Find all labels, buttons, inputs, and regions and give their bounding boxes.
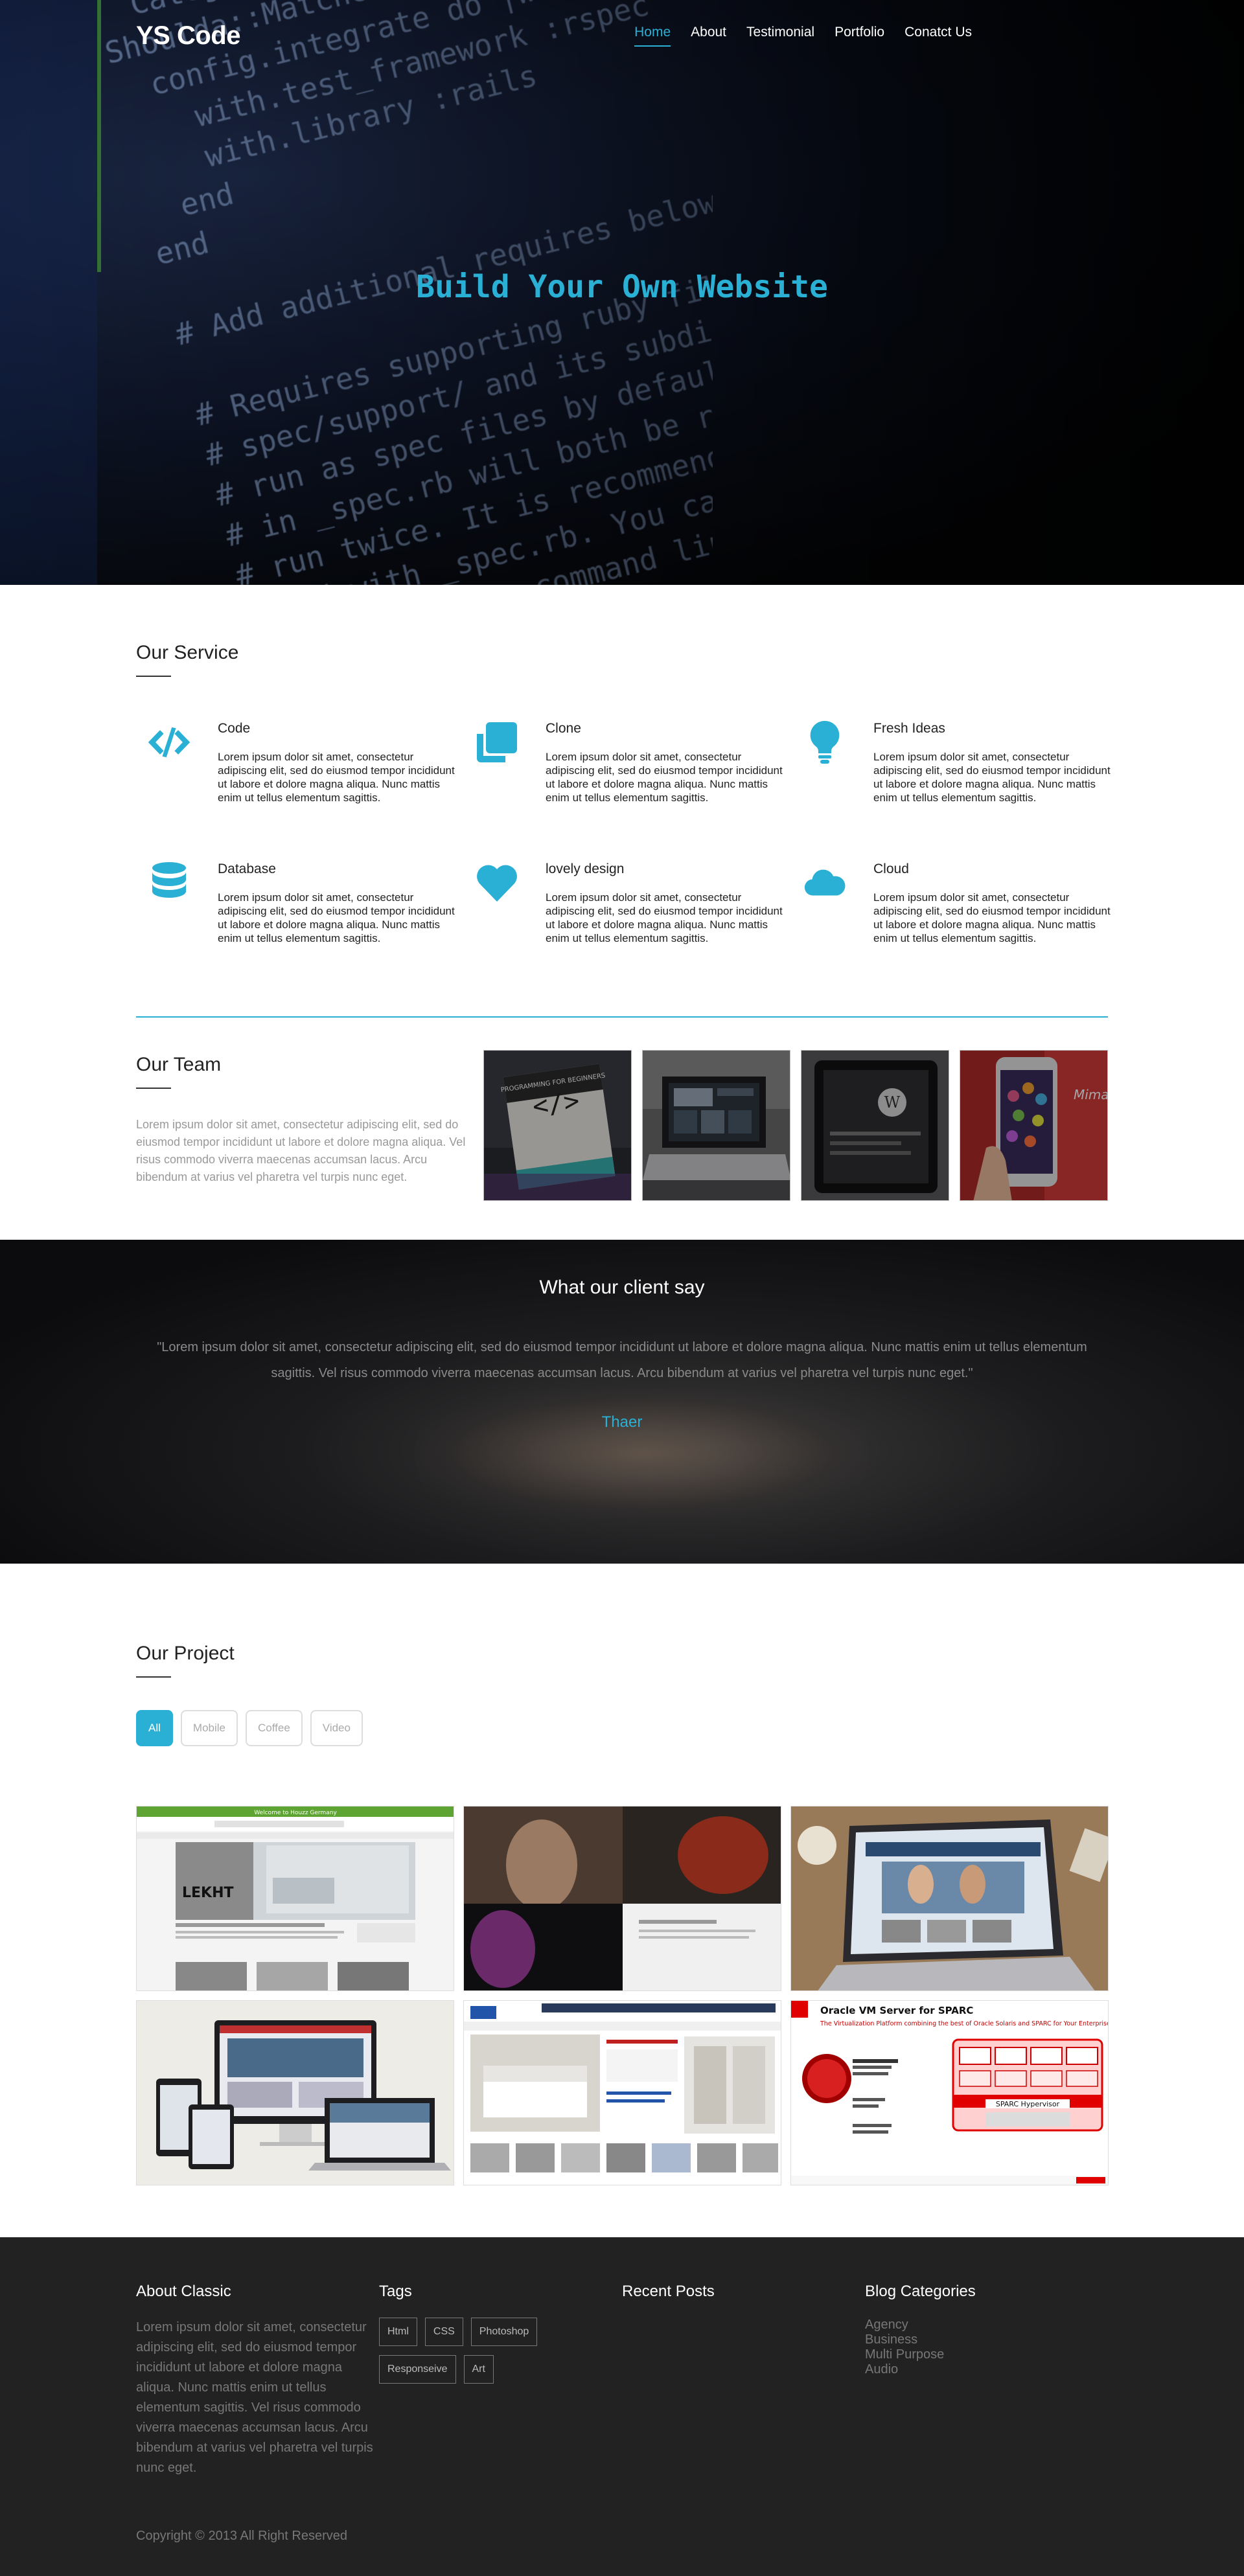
filter-all-button[interactable]: All: [136, 1710, 173, 1746]
service-cloud: Cloud Lorem ipsum dolor sit amet, consec…: [792, 860, 1120, 945]
service-title: Fresh Ideas: [873, 721, 945, 736]
project-thumb-oracle-sparc[interactable]: Oracle VM Server for SPARC The Virtualiz…: [790, 2000, 1109, 2185]
project-filters: All Mobile Coffee Video: [136, 1710, 1108, 1746]
project-thumb-photo[interactable]: [463, 1806, 781, 1991]
service-database: Database Lorem ipsum dolor sit amet, con…: [136, 860, 464, 945]
tag-photoshop[interactable]: Photoshop: [470, 2318, 538, 2346]
cloud-icon: [792, 860, 858, 945]
tag-html[interactable]: Html: [379, 2318, 417, 2346]
service-title: lovely design: [546, 861, 625, 876]
testimonial-title: What our client say: [539, 1277, 705, 1298]
houzz-header: Welcome to Houzz Germany: [254, 1810, 337, 1816]
svg-text:W: W: [884, 1093, 901, 1111]
section-title: Our Team: [136, 1054, 222, 1075]
filter-video-button[interactable]: Video: [310, 1710, 363, 1746]
lightbulb-icon: [792, 720, 858, 804]
tag-responsive[interactable]: Responseive: [379, 2355, 456, 2384]
team-image-phone[interactable]: Mimaki: [960, 1050, 1108, 1201]
nav-link-contact[interactable]: Conatct Us: [904, 25, 972, 47]
database-icon: [136, 860, 202, 945]
services-grid: Code Lorem ipsum dolor sit amet, consect…: [136, 720, 1111, 945]
nav-link-home[interactable]: Home: [634, 25, 671, 47]
houzz-brand: LEKHT: [182, 1885, 234, 1901]
project-thumb-houzz[interactable]: Welcome to Houzz Germany LEKHT: [136, 1806, 454, 1991]
service-text: Lorem ipsum dolor sit amet, consectetur …: [873, 751, 1111, 804]
project-thumb-laptop-desk[interactable]: [790, 1806, 1109, 1991]
footer-heading: Blog Categories: [865, 2283, 976, 2300]
nav-menu: Home About Testimonial Portfolio Conatct…: [634, 25, 972, 47]
footer-recent-posts: Recent Posts: [622, 2283, 865, 2478]
nav-link-portfolio[interactable]: Portfolio: [835, 25, 884, 47]
tag-list: Html CSS Photoshop Responseive Art: [379, 2318, 573, 2384]
title-underline: [136, 1088, 171, 1089]
svg-text:</>: </>: [531, 1086, 581, 1122]
project-thumb-furniture[interactable]: [463, 2000, 781, 2185]
sparc-title: Oracle VM Server for SPARC: [820, 2005, 973, 2016]
footer-heading: Tags: [379, 2283, 412, 2300]
service-text: Lorem ipsum dolor sit amet, consectetur …: [218, 751, 455, 804]
section-title: Our Service: [136, 642, 239, 663]
service-title: Clone: [546, 721, 581, 736]
category-link-agency[interactable]: Agency: [865, 2318, 1108, 2332]
category-link-business[interactable]: Business: [865, 2332, 1108, 2347]
team-image-laptop[interactable]: [642, 1050, 790, 1201]
title-underline: [136, 1676, 171, 1678]
tag-css[interactable]: CSS: [424, 2318, 463, 2346]
testimonial-quote: "Lorem ipsum dolor sit amet, consectetur…: [157, 1340, 1087, 1380]
footer-about: About Classic Lorem ipsum dolor sit amet…: [136, 2283, 379, 2478]
category-link-audio[interactable]: Audio: [865, 2362, 1108, 2377]
heart-icon: [464, 860, 530, 945]
team-text: Lorem ipsum dolor sit amet, consectetur …: [136, 1118, 466, 1183]
site-logo[interactable]: YS Code: [136, 21, 240, 51]
service-code: Code Lorem ipsum dolor sit amet, consect…: [136, 720, 464, 804]
copyright: Copyright © 2013 All Right Reserved: [136, 2529, 348, 2543]
service-lovely-design: lovely design Lorem ipsum dolor sit amet…: [464, 860, 792, 945]
nav-link-testimonial[interactable]: Testimonial: [746, 25, 814, 47]
section-title: Our Project: [136, 1643, 235, 1664]
tag-art[interactable]: Art: [463, 2355, 494, 2384]
service-text: Lorem ipsum dolor sit amet, consectetur …: [546, 891, 783, 944]
footer-blog-categories: Blog Categories Agency Business Multi Pu…: [865, 2283, 1108, 2478]
handshake-background: [415, 1389, 868, 1518]
filter-coffee-button[interactable]: Coffee: [246, 1710, 303, 1746]
site-footer: About Classic Lorem ipsum dolor sit amet…: [0, 2237, 1244, 2576]
projects-section: Our Project All Mobile Coffee Video Welc…: [0, 1564, 1244, 2237]
sparc-hypervisor: SPARC Hypervisor: [996, 2100, 1060, 2108]
service-text: Lorem ipsum dolor sit amet, consectetur …: [218, 891, 455, 944]
footer-heading: Recent Posts: [622, 2283, 715, 2300]
category-link-multi-purpose[interactable]: Multi Purpose: [865, 2347, 1108, 2362]
title-underline: [136, 676, 171, 677]
footer-columns: About Classic Lorem ipsum dolor sit amet…: [136, 2283, 1108, 2478]
team-image-tablet[interactable]: W: [801, 1050, 949, 1201]
service-title: Code: [218, 721, 251, 736]
filter-mobile-button[interactable]: Mobile: [180, 1710, 238, 1746]
team-gallery: </> PROGRAMMING FOR BEGINNERS W Mim: [483, 1050, 1108, 1201]
team-image-book[interactable]: </> PROGRAMMING FOR BEGINNERS: [483, 1050, 632, 1201]
service-clone: Clone Lorem ipsum dolor sit amet, consec…: [464, 720, 792, 804]
footer-heading: About Classic: [136, 2283, 231, 2300]
service-text: Lorem ipsum dolor sit amet, consectetur …: [546, 751, 783, 804]
service-title: Cloud: [873, 861, 909, 876]
service-title: Database: [218, 861, 276, 876]
top-navigation: YS Code Home About Testimonial Portfolio…: [0, 0, 1244, 71]
clone-icon: [464, 720, 530, 804]
service-text: Lorem ipsum dolor sit amet, consectetur …: [873, 891, 1111, 944]
hero-title: Build Your Own Website: [416, 269, 828, 305]
service-fresh-ideas: Fresh Ideas Lorem ipsum dolor sit amet, …: [792, 720, 1120, 804]
brand-label: Mimaki: [1074, 1087, 1108, 1102]
book-title: PROGRAMMING FOR BEGINNERS: [500, 1072, 606, 1094]
team-section: Our Team Lorem ipsum dolor sit amet, con…: [0, 1018, 1244, 1240]
project-thumb-responsive[interactable]: [136, 2000, 454, 2185]
project-grid: Welcome to Houzz Germany LEKHT Oracle VM…: [136, 1806, 1109, 2185]
services-section: Our Service Code Lorem ipsum dolor sit a…: [0, 585, 1244, 1016]
testimonial-author: Thaer: [601, 1413, 643, 1431]
footer-about-text: Lorem ipsum dolor sit amet, consectetur …: [136, 2320, 373, 2475]
team-intro: Our Team Lorem ipsum dolor sit amet, con…: [136, 1050, 473, 1201]
nav-link-about[interactable]: About: [691, 25, 726, 47]
sparc-subtitle: The Virtualization Platform combining th…: [820, 2020, 1109, 2027]
testimonial-section: What our client say "Lorem ipsum dolor s…: [0, 1240, 1244, 1564]
footer-tags: Tags Html CSS Photoshop Responseive Art: [379, 2283, 622, 2478]
hero-section: Category.all.each do Shoulda::Matchers.c…: [0, 0, 1244, 585]
code-icon: [136, 720, 202, 804]
